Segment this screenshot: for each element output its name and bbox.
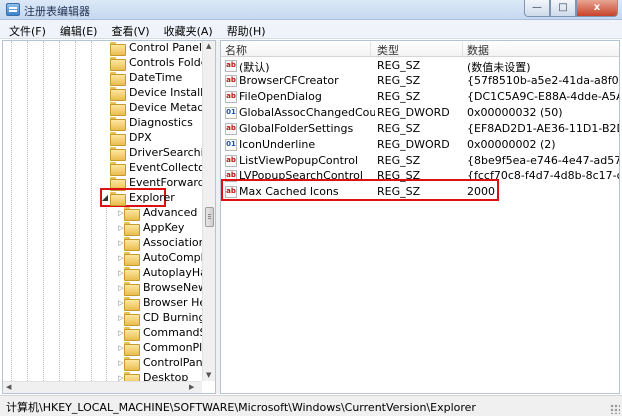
value-row[interactable]: 01 GlobalAssocChangedCounter REG_DWORD 0… bbox=[221, 105, 619, 121]
string-value-icon: ab bbox=[225, 123, 237, 135]
folder-icon bbox=[109, 116, 126, 131]
value-row-max-cached-icons[interactable]: ab Max Cached Icons REG_SZ 2000 bbox=[221, 184, 619, 200]
folder-icon bbox=[109, 131, 126, 146]
window-controls: — □ x bbox=[524, 0, 618, 18]
menu-help[interactable]: 帮助(H) bbox=[220, 20, 273, 38]
string-value-icon: ab bbox=[225, 155, 237, 167]
value-row[interactable]: ab FileOpenDialog REG_SZ {DC1C5A9C-E88A-… bbox=[221, 89, 619, 105]
tree-guide-line bbox=[43, 41, 44, 381]
folder-icon bbox=[109, 86, 126, 101]
tree-guide-line bbox=[75, 41, 76, 381]
tree-guide-line bbox=[59, 41, 60, 381]
status-path: 计算机\HKEY_LOCAL_MACHINE\SOFTWARE\Microsof… bbox=[6, 401, 476, 414]
tree-item-cd-burning[interactable]: CD Burning bbox=[123, 310, 205, 326]
folder-icon bbox=[123, 311, 140, 326]
string-value-icon: ab bbox=[225, 60, 237, 72]
close-button[interactable]: x bbox=[576, 0, 618, 17]
folder-icon bbox=[109, 101, 126, 116]
dword-value-icon: 01 bbox=[225, 107, 237, 119]
column-header-data[interactable]: 数据 bbox=[463, 42, 619, 57]
values-list[interactable]: 名称 类型 数据 ab (默认) REG_SZ (数值未设置) ab Brows… bbox=[220, 40, 620, 394]
tree-vertical-scrollbar[interactable]: ▲ ▼ bbox=[202, 41, 215, 381]
folder-icon bbox=[123, 236, 140, 251]
scrollbar-thumb[interactable] bbox=[205, 207, 214, 227]
tree-item-associations[interactable]: Associations bbox=[123, 235, 211, 251]
selected-key-label: Explorer bbox=[129, 191, 175, 204]
folder-icon bbox=[109, 41, 126, 56]
folder-icon bbox=[123, 221, 140, 236]
tree-item-datetime[interactable]: DateTime bbox=[109, 70, 182, 86]
tree-guide-line bbox=[27, 41, 28, 381]
folder-icon bbox=[123, 326, 140, 341]
folder-icon bbox=[109, 146, 126, 161]
tree-guide-line bbox=[91, 41, 92, 381]
regedit-icon bbox=[6, 3, 20, 16]
folder-icon bbox=[109, 71, 126, 86]
folder-icon bbox=[109, 161, 126, 176]
folder-icon bbox=[109, 176, 126, 191]
value-row[interactable]: ab GlobalFolderSettings REG_SZ {EF8AD2D1… bbox=[221, 121, 619, 137]
tree-item-advanced[interactable]: Advanced bbox=[123, 205, 197, 221]
tree-item-device-installer[interactable]: Device Installer bbox=[109, 85, 215, 101]
tree-guide-line bbox=[106, 206, 107, 381]
folder-icon bbox=[123, 296, 140, 311]
value-row[interactable]: 01 IconUnderline REG_DWORD 0x00000002 (2… bbox=[221, 137, 619, 153]
title-bar: 注册表编辑器 — □ x bbox=[0, 0, 622, 20]
tree-item-explorer[interactable]: Explorer bbox=[109, 190, 175, 206]
tree-item-eventcollector[interactable]: EventCollector bbox=[109, 160, 209, 176]
folder-icon bbox=[123, 281, 140, 296]
tree-item-controlpanel[interactable]: ControlPanel bbox=[123, 355, 212, 371]
folder-icon bbox=[123, 266, 140, 281]
tree-item-controls-folder[interactable]: Controls Folder bbox=[109, 55, 212, 71]
tree-item-appkey[interactable]: AppKey bbox=[123, 220, 184, 236]
scroll-up-arrow-icon[interactable]: ▲ bbox=[206, 42, 211, 50]
folder-icon bbox=[109, 191, 126, 206]
folder-icon bbox=[123, 341, 140, 356]
tree-item-driversearching[interactable]: DriverSearching bbox=[109, 145, 215, 161]
menu-view[interactable]: 查看(V) bbox=[104, 20, 156, 38]
folder-icon bbox=[109, 56, 126, 71]
string-value-icon: ab bbox=[225, 91, 237, 103]
tree-item-control-panel[interactable]: Control Panel bbox=[109, 41, 202, 56]
menu-bar: 文件(F) 编辑(E) 查看(V) 收藏夹(A) 帮助(H) bbox=[0, 20, 622, 39]
column-header-type[interactable]: 类型 bbox=[373, 42, 463, 57]
tree-guide-line bbox=[11, 41, 12, 381]
window-title: 注册表编辑器 bbox=[24, 5, 90, 18]
dword-value-icon: 01 bbox=[225, 139, 237, 151]
minimize-button[interactable]: — bbox=[524, 0, 550, 17]
value-row[interactable]: ab ListViewPopupControl REG_SZ {8be9f5ea… bbox=[221, 153, 619, 169]
tree-item-diagnostics[interactable]: Diagnostics bbox=[109, 115, 193, 131]
scroll-down-arrow-icon[interactable]: ▼ bbox=[206, 371, 211, 379]
string-value-icon: ab bbox=[225, 186, 237, 198]
menu-edit[interactable]: 编辑(E) bbox=[53, 20, 105, 38]
string-value-icon: ab bbox=[225, 75, 237, 87]
menu-favorites[interactable]: 收藏夹(A) bbox=[157, 20, 220, 38]
values-header: 名称 类型 数据 bbox=[221, 41, 619, 57]
resize-grip-icon[interactable] bbox=[610, 404, 620, 414]
tree-item-device-metadata[interactable]: Device Metadata bbox=[109, 100, 215, 116]
tree-item-dpx[interactable]: DPX bbox=[109, 130, 152, 146]
folder-icon bbox=[123, 356, 140, 371]
menu-file[interactable]: 文件(F) bbox=[2, 20, 53, 38]
column-header-name[interactable]: 名称 bbox=[221, 42, 371, 57]
folder-icon bbox=[123, 206, 140, 221]
value-row[interactable]: ab BrowserCFCreator REG_SZ {57f8510b-a5e… bbox=[221, 73, 619, 89]
registry-tree[interactable]: Control Panel Controls Folder DateTime D… bbox=[2, 40, 216, 394]
maximize-button[interactable]: □ bbox=[550, 0, 576, 17]
value-row[interactable]: ab (默认) REG_SZ (数值未设置) bbox=[221, 58, 619, 74]
scroll-right-arrow-icon[interactable]: ▶ bbox=[189, 383, 194, 391]
scroll-left-arrow-icon[interactable]: ◀ bbox=[6, 383, 11, 391]
tree-horizontal-scrollbar[interactable]: ◀ ▶ bbox=[3, 381, 202, 393]
folder-icon bbox=[123, 251, 140, 266]
status-bar: 计算机\HKEY_LOCAL_MACHINE\SOFTWARE\Microsof… bbox=[0, 395, 622, 416]
